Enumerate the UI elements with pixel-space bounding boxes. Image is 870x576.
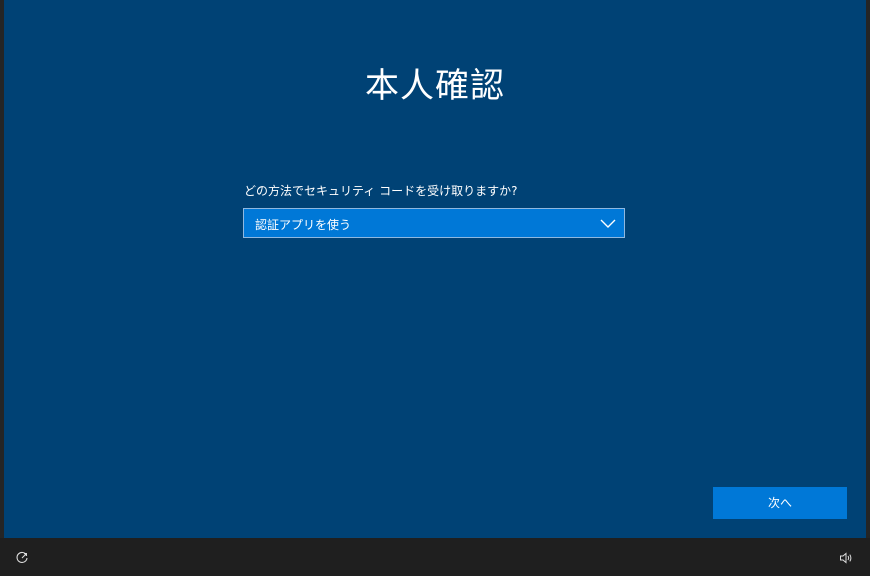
oobe-screen: 本人確認 どの方法でセキュリティ コードを受け取りますか? 認証アプリを使う 次… xyxy=(0,0,870,538)
main-panel: 本人確認 どの方法でセキュリティ コードを受け取りますか? 認証アプリを使う 次… xyxy=(4,0,866,538)
next-button[interactable]: 次へ xyxy=(713,487,847,519)
dropdown-selected-value: 認証アプリを使う xyxy=(255,218,352,232)
verification-method-dropdown[interactable]: 認証アプリを使う xyxy=(243,208,625,238)
method-prompt-label: どの方法でセキュリティ コードを受け取りますか? xyxy=(244,184,518,198)
chevron-down-icon xyxy=(600,219,616,228)
volume-icon[interactable] xyxy=(839,551,853,565)
bottom-bar xyxy=(0,538,870,576)
ease-of-access-icon[interactable] xyxy=(15,551,29,565)
page-title: 本人確認 xyxy=(365,66,505,106)
